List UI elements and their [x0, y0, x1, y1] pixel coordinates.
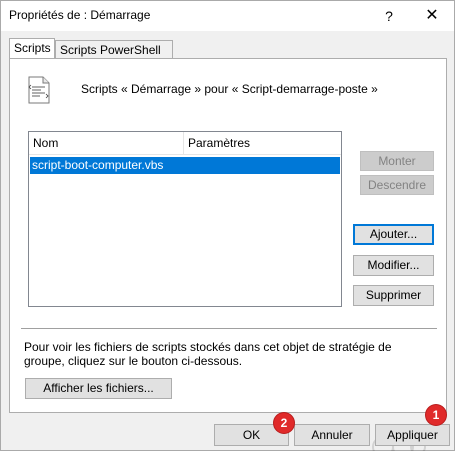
- show-files-button[interactable]: Afficher les fichiers...: [25, 378, 172, 399]
- close-button[interactable]: ✕: [418, 5, 446, 27]
- title-bar: Propriétés de : Démarrage ? ✕: [1, 1, 454, 31]
- scripts-heading: Scripts « Démarrage » pour « Script-dema…: [81, 82, 378, 96]
- move-up-button[interactable]: Monter: [360, 151, 434, 171]
- list-header: Nom Paramètres: [29, 132, 341, 155]
- cancel-button[interactable]: Annuler: [294, 424, 370, 446]
- list-item[interactable]: script-boot-computer.vbs: [30, 157, 340, 174]
- script-document-icon: [28, 76, 50, 104]
- scripts-list[interactable]: Nom Paramètres script-boot-computer.vbs: [28, 131, 342, 307]
- add-button[interactable]: Ajouter...: [353, 224, 434, 245]
- window-title: Propriétés de : Démarrage: [9, 8, 151, 22]
- tab-scripts[interactable]: Scripts: [9, 38, 55, 58]
- properties-dialog: Propriétés de : Démarrage ? ✕ Scripts Po…: [0, 0, 455, 451]
- column-header-nom[interactable]: Nom: [29, 132, 184, 154]
- tab-scripts-powershell[interactable]: Scripts PowerShell: [55, 40, 173, 58]
- apply-button[interactable]: Appliquer: [375, 424, 450, 446]
- move-down-button[interactable]: Descendre: [360, 175, 434, 195]
- help-button[interactable]: ?: [377, 5, 401, 27]
- step-badge-1: 1: [426, 405, 446, 425]
- scripts-panel: Scripts « Démarrage » pour « Script-dema…: [9, 58, 447, 451]
- edit-button[interactable]: Modifier...: [353, 255, 434, 276]
- info-text: Pour voir les fichiers de scripts stocké…: [24, 340, 392, 368]
- column-header-parametres[interactable]: Paramètres: [184, 132, 341, 154]
- separator: [21, 328, 437, 329]
- step-badge-2: 2: [274, 413, 294, 433]
- delete-button[interactable]: Supprimer: [353, 285, 434, 306]
